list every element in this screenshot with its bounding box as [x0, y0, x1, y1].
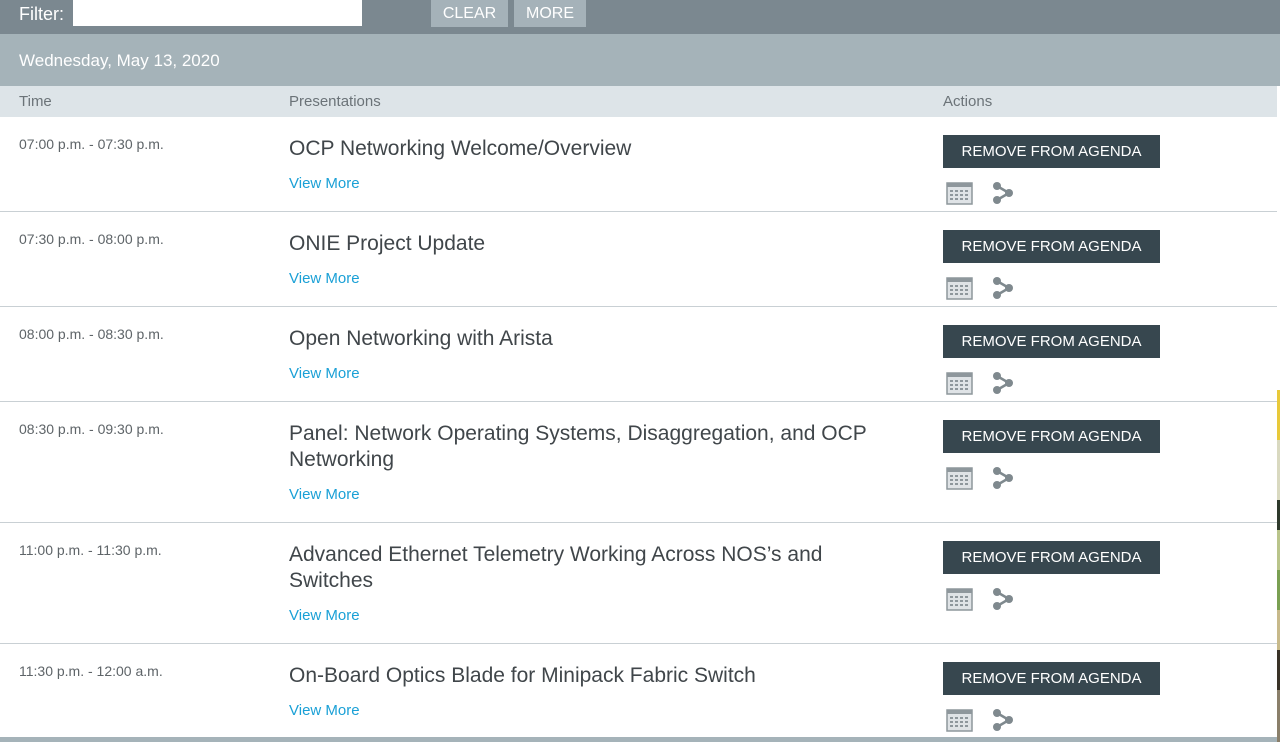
view-more-link[interactable]: View More: [289, 607, 360, 624]
session-title[interactable]: Panel: Network Operating Systems, Disagg…: [289, 421, 909, 473]
calendar-icon[interactable]: [946, 276, 973, 300]
remove-from-agenda-button[interactable]: REMOVE FROM AGENDA: [943, 541, 1160, 574]
share-icon[interactable]: [991, 276, 1015, 300]
bottom-divider: [0, 737, 1277, 742]
view-more-link[interactable]: View More: [289, 365, 360, 382]
session-time: 08:00 p.m. - 08:30 p.m.: [19, 326, 164, 342]
share-icon[interactable]: [991, 181, 1015, 205]
date-header-text: Wednesday, May 13, 2020: [19, 51, 220, 70]
filter-label: Filter:: [19, 4, 64, 24]
session-title[interactable]: Advanced Ethernet Telemetry Working Acro…: [289, 542, 909, 594]
clear-button[interactable]: CLEAR: [431, 0, 508, 27]
session-title[interactable]: ONIE Project Update: [289, 231, 909, 257]
session-row: 08:30 p.m. - 09:30 p.m. Panel: Network O…: [0, 402, 1277, 523]
calendar-icon[interactable]: [946, 466, 973, 490]
session-time: 08:30 p.m. - 09:30 p.m.: [19, 421, 164, 437]
session-row: 11:00 p.m. - 11:30 p.m. Advanced Etherne…: [0, 523, 1277, 644]
session-row: 07:30 p.m. - 08:00 p.m. ONIE Project Upd…: [0, 212, 1277, 307]
filter-input[interactable]: [73, 0, 362, 26]
view-more-link[interactable]: View More: [289, 486, 360, 503]
session-row: 08:00 p.m. - 08:30 p.m. Open Networking …: [0, 307, 1277, 402]
session-time: 11:00 p.m. - 11:30 p.m.: [19, 542, 162, 558]
share-icon[interactable]: [991, 466, 1015, 490]
remove-from-agenda-button[interactable]: REMOVE FROM AGENDA: [943, 325, 1160, 358]
calendar-icon[interactable]: [946, 587, 973, 611]
view-more-link[interactable]: View More: [289, 702, 360, 719]
remove-from-agenda-button[interactable]: REMOVE FROM AGENDA: [943, 135, 1160, 168]
session-time: 11:30 p.m. - 12:00 a.m.: [19, 663, 163, 679]
remove-from-agenda-button[interactable]: REMOVE FROM AGENDA: [943, 662, 1160, 695]
filter-bar: Filter: CLEAR MORE: [0, 0, 1280, 34]
table-header: Time Presentations Actions: [0, 86, 1277, 117]
column-header-actions: Actions: [943, 93, 993, 110]
session-time: 07:30 p.m. - 08:00 p.m.: [19, 231, 164, 247]
calendar-icon[interactable]: [946, 371, 973, 395]
session-title[interactable]: On-Board Optics Blade for Minipack Fabri…: [289, 663, 909, 689]
remove-from-agenda-button[interactable]: REMOVE FROM AGENDA: [943, 230, 1160, 263]
share-icon[interactable]: [991, 371, 1015, 395]
session-title[interactable]: OCP Networking Welcome/Overview: [289, 136, 909, 162]
session-time: 07:00 p.m. - 07:30 p.m.: [19, 136, 164, 152]
remove-from-agenda-button[interactable]: REMOVE FROM AGENDA: [943, 420, 1160, 453]
column-header-presentations: Presentations: [289, 93, 381, 110]
session-title[interactable]: Open Networking with Arista: [289, 326, 909, 352]
session-row: 07:00 p.m. - 07:30 p.m. OCP Networking W…: [0, 117, 1277, 212]
session-row: 11:30 p.m. - 12:00 a.m. On-Board Optics …: [0, 644, 1277, 737]
view-more-link[interactable]: View More: [289, 175, 360, 192]
column-header-time: Time: [19, 93, 52, 110]
share-icon[interactable]: [991, 708, 1015, 732]
view-more-link[interactable]: View More: [289, 270, 360, 287]
calendar-icon[interactable]: [946, 708, 973, 732]
calendar-icon[interactable]: [946, 181, 973, 205]
more-button[interactable]: MORE: [514, 0, 586, 27]
share-icon[interactable]: [991, 587, 1015, 611]
date-header: Wednesday, May 13, 2020: [0, 34, 1280, 86]
